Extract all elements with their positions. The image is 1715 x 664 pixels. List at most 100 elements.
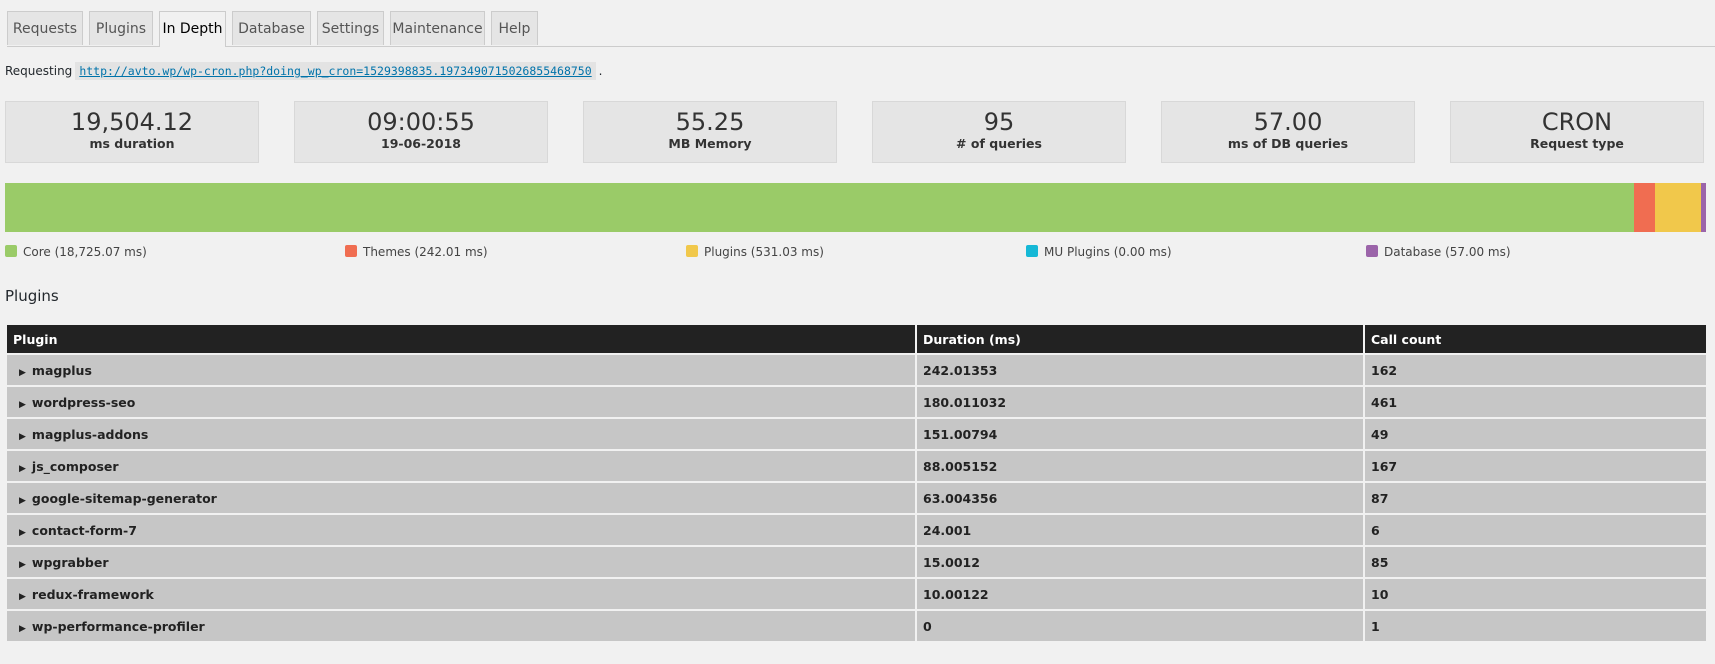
duration-cell: 151.00794 [917,419,1363,449]
requesting-label: Requesting [5,64,73,78]
stat-label: MB Memory [668,136,752,151]
call-count-cell: 10 [1365,579,1706,609]
plugin-cell[interactable]: ▶ contact-form-7 [7,515,915,545]
call-count-cell: 49 [1365,419,1706,449]
legend-item: Database (57.00 ms) [1366,245,1511,259]
call-count-cell: 1 [1365,611,1706,641]
duration-cell: 63.004356 [917,483,1363,513]
duration-cell: 24.001 [917,515,1363,545]
time-breakdown-bar [5,183,1706,232]
plugin-cell[interactable]: ▶ js_composer [7,451,915,481]
plugin-name: wp-performance-profiler [31,618,205,634]
plugin-name: magplus-addons [31,426,149,442]
duration-cell: 0 [917,611,1363,641]
call-count-cell: 87 [1365,483,1706,513]
plugin-name: wpgrabber [31,554,109,570]
stat-value: CRON [1541,108,1613,136]
legend-label: Core (18,725.07 ms) [23,245,147,259]
duration-cell: 180.011032 [917,387,1363,417]
table-row[interactable]: ▶ google-sitemap-generator 63.004356 87 [7,483,1706,513]
plugin-cell[interactable]: ▶ wordpress-seo [7,387,915,417]
stat-card: 09:00:55 19-06-2018 [294,101,548,163]
plugin-name: google-sitemap-generator [31,490,217,506]
bar-segment [1701,183,1706,232]
call-count-cell: 461 [1365,387,1706,417]
tab-in-depth[interactable]: In Depth [159,11,226,47]
table-row[interactable]: ▶ wpgrabber 15.0012 85 [7,547,1706,577]
bar-segment [1654,183,1702,232]
call-count-cell: 167 [1365,451,1706,481]
stat-card: 19,504.12 ms duration [5,101,259,163]
bar-segment [5,183,1634,232]
tab-database[interactable]: Database [232,11,311,45]
plugin-name: wordpress-seo [31,394,136,410]
expand-arrow-icon[interactable]: ▶ [19,368,26,378]
duration-cell: 242.01353 [917,355,1363,385]
table-row[interactable]: ▶ redux-framework 10.00122 10 [7,579,1706,609]
legend-label: MU Plugins (0.00 ms) [1044,245,1172,259]
column-header-plugin[interactable]: Plugin [7,325,915,353]
call-count-cell: 85 [1365,547,1706,577]
expand-arrow-icon[interactable]: ▶ [19,496,26,506]
tab-settings[interactable]: Settings [317,11,384,45]
tab-bar: Requests Plugins In Depth Database Settings M… [7,11,1715,47]
stat-value: 57.00 [1253,108,1323,136]
expand-arrow-icon[interactable]: ▶ [19,400,26,410]
legend-label: Themes (242.01 ms) [363,245,488,259]
tab-help[interactable]: Help [491,11,538,45]
expand-arrow-icon[interactable]: ▶ [19,560,26,570]
stat-value: 09:00:55 [367,108,475,136]
expand-arrow-icon[interactable]: ▶ [19,624,26,634]
tab-requests[interactable]: Requests [7,11,83,45]
call-count-cell: 6 [1365,515,1706,545]
table-row[interactable]: ▶ magplus-addons 151.00794 49 [7,419,1706,449]
column-header-call-count[interactable]: Call count [1365,325,1706,353]
stat-label: ms of DB queries [1227,136,1349,151]
expand-arrow-icon[interactable]: ▶ [19,432,26,442]
plugin-name: redux-framework [31,586,154,602]
expand-arrow-icon[interactable]: ▶ [19,592,26,602]
plugin-name: contact-form-7 [31,522,137,538]
column-header-duration[interactable]: Duration (ms) [917,325,1363,353]
legend-item: Core (18,725.07 ms) [5,245,147,259]
plugin-cell[interactable]: ▶ magplus [7,355,915,385]
table-row[interactable]: ▶ js_composer 88.005152 167 [7,451,1706,481]
request-url-link[interactable]: http://avto.wp/wp-cron.php?doing_wp_cron… [75,62,596,80]
plugin-cell[interactable]: ▶ redux-framework [7,579,915,609]
plugin-cell[interactable]: ▶ google-sitemap-generator [7,483,915,513]
stat-card: CRON Request type [1450,101,1704,163]
legend-item: Themes (242.01 ms) [345,245,488,259]
legend-swatch-icon [1366,245,1378,257]
stat-card: 95 # of queries [872,101,1126,163]
expand-arrow-icon[interactable]: ▶ [19,464,26,474]
stat-label: ms duration [89,136,175,151]
stat-card: 55.25 MB Memory [583,101,837,163]
legend-label: Database (57.00 ms) [1384,245,1511,259]
tab-plugins[interactable]: Plugins [89,11,153,45]
stat-card: 57.00 ms of DB queries [1161,101,1415,163]
stat-label: Request type [1530,136,1624,151]
plugins-table: Plugin Duration (ms) Call count ▶ magplus… [5,323,1708,643]
duration-cell: 15.0012 [917,547,1363,577]
tab-maintenance[interactable]: Maintenance [390,11,485,45]
plugin-name: magplus [31,362,92,378]
call-count-cell: 162 [1365,355,1706,385]
legend-swatch-icon [686,245,698,257]
table-row[interactable]: ▶ wordpress-seo 180.011032 461 [7,387,1706,417]
plugin-cell[interactable]: ▶ wp-performance-profiler [7,611,915,641]
plugin-cell[interactable]: ▶ magplus-addons [7,419,915,449]
plugins-heading: Plugins [5,287,59,305]
plugin-cell[interactable]: ▶ wpgrabber [7,547,915,577]
bar-segment [1633,183,1655,232]
legend-label: Plugins (531.03 ms) [704,245,824,259]
stat-label: 19-06-2018 [381,136,461,151]
table-row[interactable]: ▶ contact-form-7 24.001 6 [7,515,1706,545]
legend-swatch-icon [1026,245,1038,257]
table-row[interactable]: ▶ wp-performance-profiler 0 1 [7,611,1706,641]
stat-value: 55.25 [675,108,745,136]
table-row[interactable]: ▶ magplus 242.01353 162 [7,355,1706,385]
legend-swatch-icon [345,245,357,257]
expand-arrow-icon[interactable]: ▶ [19,528,26,538]
duration-cell: 88.005152 [917,451,1363,481]
duration-cell: 10.00122 [917,579,1363,609]
